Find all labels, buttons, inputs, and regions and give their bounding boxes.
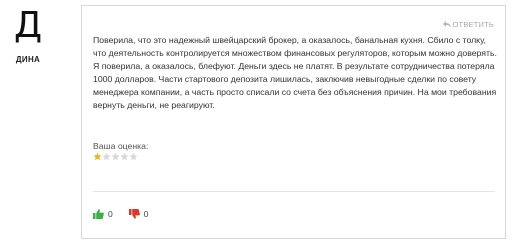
dislike-button[interactable]: 0 (128, 209, 149, 219)
like-count: 0 (108, 209, 113, 219)
star-empty-icon[interactable] (129, 152, 138, 161)
thumbs-up-icon (93, 209, 104, 219)
author-name: ДИНА (15, 55, 41, 64)
thumbs-down-icon (128, 209, 140, 219)
reply-label: ОТВЕТИТЬ (452, 20, 494, 29)
rating-label: Ваша оценка: (93, 141, 149, 151)
star-empty-icon[interactable] (111, 152, 120, 161)
review-text: Поверила, что это надежный швейцарский б… (93, 35, 497, 110)
star-empty-icon[interactable] (120, 152, 129, 161)
review-card: ОТВЕТИТЬ Поверила, что это надежный швей… (81, 5, 506, 239)
reply-button[interactable]: ОТВЕТИТЬ (442, 20, 495, 29)
star-filled-icon[interactable] (93, 152, 102, 161)
divider (93, 191, 495, 192)
dislike-count: 0 (143, 209, 149, 219)
vote-bar: 0 0 (93, 209, 164, 219)
author-block: Д ДИНА (0, 0, 56, 242)
rating-stars[interactable] (93, 152, 138, 161)
star-empty-icon[interactable] (102, 152, 111, 161)
avatar: Д (13, 5, 43, 46)
like-button[interactable]: 0 (93, 209, 113, 219)
reply-icon (442, 21, 451, 28)
